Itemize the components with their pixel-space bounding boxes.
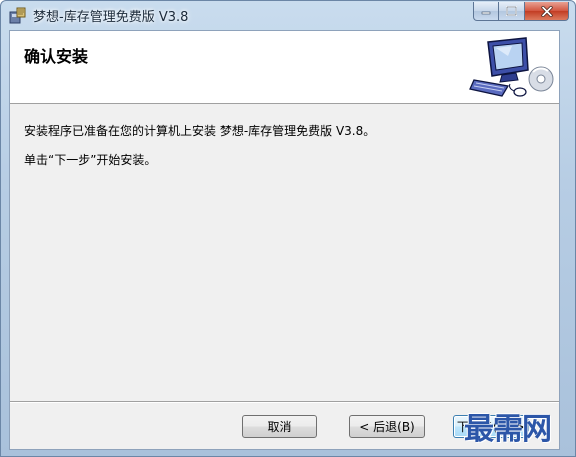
minimize-icon [481,11,491,15]
next-step-hint: 单击“下一步”开始安装。 [24,153,157,167]
title-bar[interactable]: 梦想-库存管理免费版 V3.8 [1,1,576,29]
dialog-client-area: 确认安装 安装程序已准备在您的计算机上安装 梦想-库存管理免费版 V3.8。 单… [9,30,560,450]
computer-cd-icon [469,37,554,97]
window-title: 梦想-库存管理免费版 V3.8 [33,10,189,25]
caption-buttons [473,2,569,22]
maximize-button[interactable] [499,2,525,21]
installer-app-icon [9,7,26,24]
header-banner: 确认安装 [10,31,559,104]
site-watermark: 最需网 [464,412,552,447]
minimize-button[interactable] [473,2,499,21]
page-title: 确认安装 [24,47,89,66]
maximize-icon [506,6,517,16]
back-button[interactable]: < 后退(B) [349,415,425,438]
cancel-button[interactable]: 取消 [242,415,317,438]
message-area: 安装程序已准备在您的计算机上安装 梦想-库存管理免费版 V3.8。 单击“下一步… [24,123,544,168]
close-icon [540,5,553,17]
button-separator [10,401,559,403]
window-frame: 梦想-库存管理免费版 V3.8 确认安装 安装程序已准备在您的计算机上安装 梦想… [0,0,576,457]
install-message: 安装程序已准备在您的计算机上安装 梦想-库存管理免费版 V3.8。 [24,124,376,138]
close-button[interactable] [525,2,569,21]
